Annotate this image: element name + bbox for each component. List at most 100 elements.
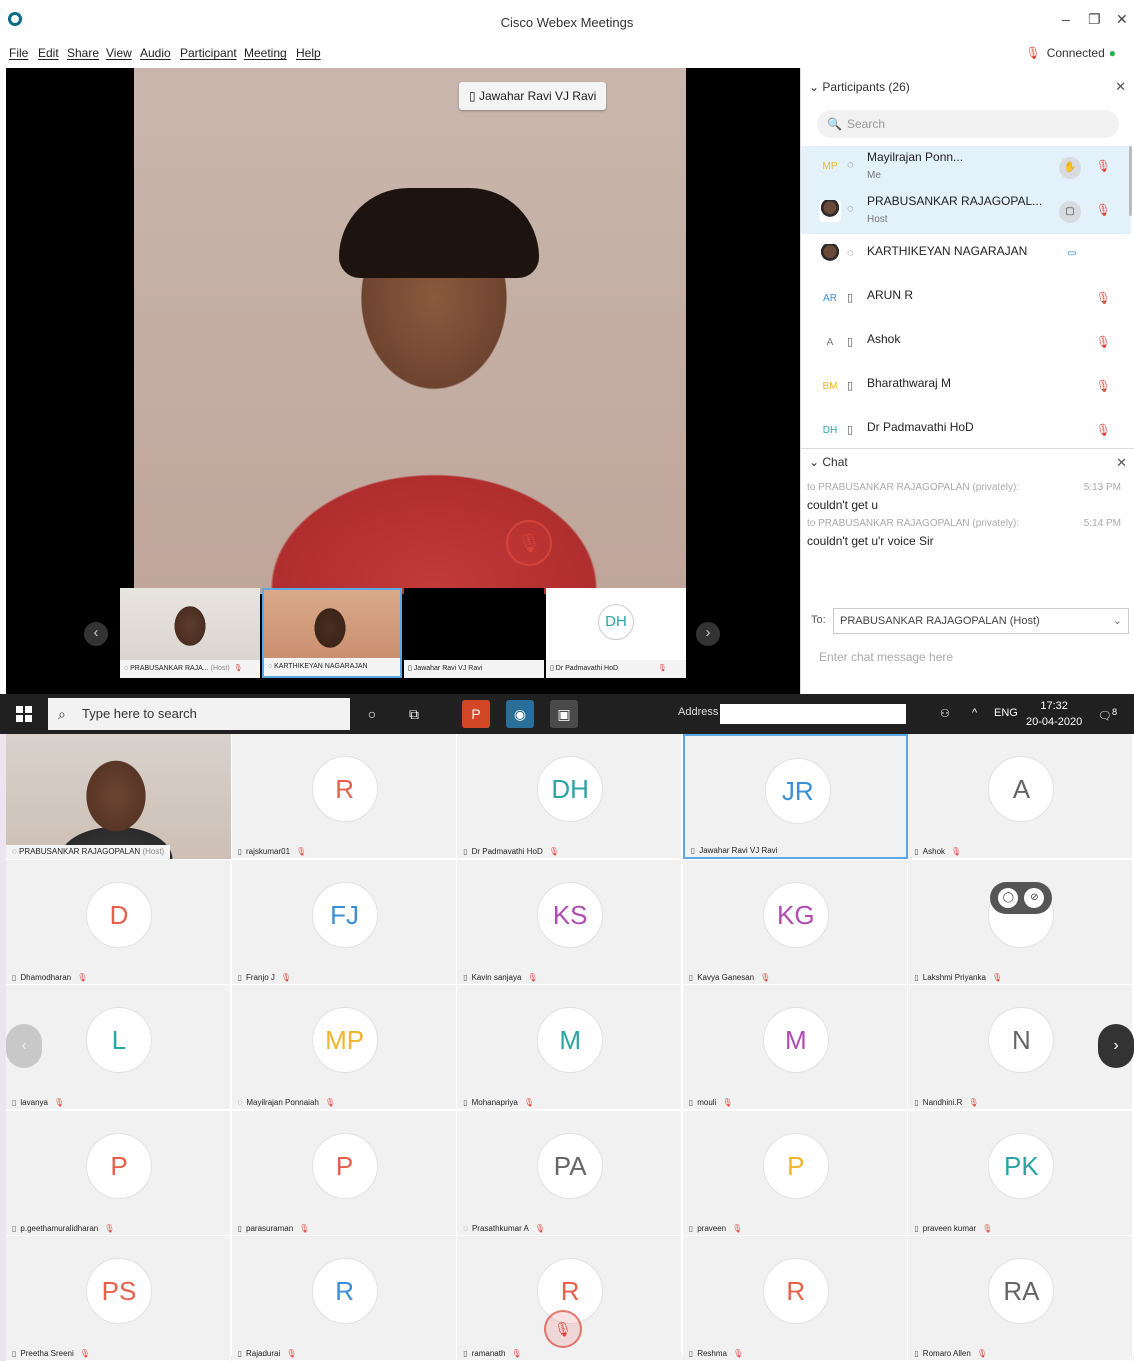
app-taskbar-icon[interactable]: ▣ xyxy=(550,700,578,728)
menu-meeting[interactable]: Meeting xyxy=(244,46,287,60)
participant-tile[interactable]: A ▯ Ashok 🎙 xyxy=(908,734,1134,859)
menu-share[interactable]: Share xyxy=(67,46,99,60)
film-tile[interactable]: ◌ PRABUSANKAR RAJA... (Host) 🎙 xyxy=(120,588,260,678)
powerpoint-icon[interactable]: P xyxy=(462,700,490,728)
participant-video: ◌ PRABUSANKAR RAJAGOPALAN (Host) xyxy=(6,734,231,859)
restore-button[interactable]: ❐ xyxy=(1088,11,1101,28)
taskbar-clock[interactable]: 17:32 20-04-2020 xyxy=(1026,698,1082,730)
chat-header[interactable]: ⌄ Chat ✕ xyxy=(801,448,1134,476)
menu-participant[interactable]: Participant xyxy=(180,46,237,60)
close-participants-button[interactable]: ✕ xyxy=(1115,79,1126,95)
film-role: (Host) xyxy=(210,665,230,672)
phone-icon: ▯ xyxy=(463,1349,468,1358)
chat-recipient-select[interactable]: PRABUSANKAR RAJAGOPALAN (Host) ⌄ xyxy=(833,608,1129,634)
notifications-icon[interactable]: 🗨8 xyxy=(1098,707,1117,723)
participant-search-input[interactable]: 🔍 Search xyxy=(817,110,1119,138)
people-icon[interactable]: ⚇ xyxy=(940,707,950,720)
participant-row[interactable]: AR ▯ ARUN R 🎙 xyxy=(801,278,1131,322)
participant-tile[interactable]: R ▯ Rajadurai 🎙 xyxy=(231,1236,457,1361)
participant-avatar: D xyxy=(86,881,152,948)
raise-hand-icon[interactable]: ✋ xyxy=(1059,157,1081,179)
participant-tile[interactable]: ◌ PRABUSANKAR RAJAGOPALAN (Host) xyxy=(6,734,231,859)
menu-file[interactable]: File xyxy=(9,46,28,60)
film-tile[interactable]: ◌ KARTHIKEYAN NAGARAJAN xyxy=(262,588,402,678)
participant-avatar: A xyxy=(826,337,834,348)
clock-time: 17:32 xyxy=(1040,700,1068,712)
tile-name: Dhamodharan xyxy=(20,972,72,982)
participant-row[interactable]: MP ◌ Mayilrajan Ponn... Me ✋ 🎙 xyxy=(801,146,1131,190)
participant-tile[interactable]: DH ▯ Dr Padmavathi HoD 🎙 xyxy=(457,734,683,859)
participant-tile[interactable]: R ▯ rajskumar01 🎙 xyxy=(231,734,457,859)
participant-tile[interactable]: KG ▯ Kavya Ganesan 🎙 xyxy=(682,859,908,985)
participant-tile[interactable]: PK ▯ praveen kumar 🎙 xyxy=(908,1110,1134,1236)
participant-tile[interactable]: M ▯ Mohanapriya 🎙 xyxy=(457,985,683,1110)
tile-name: mouli xyxy=(697,1098,717,1107)
participant-row[interactable]: ◌ KARTHIKEYAN NAGARAJAN ▭ xyxy=(801,234,1131,278)
participant-tile[interactable]: P ▯ praveen 🎙 xyxy=(682,1110,908,1236)
filmstrip-prev-button[interactable]: ‹ xyxy=(84,622,108,646)
windows-start-icon[interactable] xyxy=(16,706,32,722)
active-speaker-video[interactable]: ▯ Jawahar Ravi VJ Ravi 🎙 xyxy=(134,68,686,594)
participant-tile[interactable]: D ▯ Dhamodharan 🎙 xyxy=(6,859,231,985)
close-chat-button[interactable]: ✕ xyxy=(1116,455,1127,471)
film-caption: ◌ KARTHIKEYAN NAGARAJAN xyxy=(264,658,400,676)
mic-muted-icon: 🎙 xyxy=(976,1349,987,1358)
tile-caption: ▯ rajskumar01 🎙 xyxy=(238,847,307,856)
webex-taskbar-icon[interactable]: ◉ xyxy=(506,700,534,728)
grid-next-button[interactable]: › xyxy=(1098,1024,1134,1068)
menu-audio[interactable]: Audio xyxy=(140,46,171,60)
taskbar-search-input[interactable]: ⌕ Type here to search xyxy=(48,698,350,730)
participant-tile[interactable]: JR ▯ Jawahar Ravi VJ Ravi xyxy=(682,734,908,859)
participant-row[interactable]: DH ▯ Dr Padmavathi HoD 🎙 xyxy=(801,410,1131,436)
participant-tile[interactable]: MP ◌ Mayilrajan Ponnaiah 🎙 xyxy=(231,985,457,1110)
participant-row[interactable]: ◌ PRABUSANKAR RAJAGOPAL... Host ▢ 🎙 xyxy=(801,190,1131,234)
participant-tile[interactable]: KS ▯ Kavin sanjaya 🎙 xyxy=(457,859,683,985)
chat-messages: to PRABUSANKAR RAJAGOPALAN (privately): 5… xyxy=(807,482,1127,554)
film-caption: ▯ Jawahar Ravi VJ Ravi xyxy=(404,660,544,678)
participant-tile[interactable]: R ▯ Reshma 🎙 xyxy=(682,1236,908,1361)
menu-bar: File Edit Share View Audio Participant M… xyxy=(0,40,1134,66)
filmstrip-next-button[interactable]: › xyxy=(696,622,720,646)
film-tile[interactable]: ▯ Jawahar Ravi VJ Ravi xyxy=(404,588,544,678)
connection-status[interactable]: 🎙 Connected ● xyxy=(1025,46,1116,60)
participant-row[interactable]: A ▯ Ashok 🎙 xyxy=(801,322,1131,366)
phone-icon: ▯ xyxy=(914,1223,919,1233)
chat-recipient-value: PRABUSANKAR RAJAGOPALAN (Host) xyxy=(840,615,1040,627)
participant-tile[interactable]: M ▯ mouli 🎙 xyxy=(682,985,908,1110)
grid-prev-button[interactable]: ‹ xyxy=(6,1024,42,1068)
unmute-overlay-button[interactable]: 🎙 xyxy=(506,520,552,566)
participant-tile[interactable]: FJ ▯ Franjo J 🎙 xyxy=(231,859,457,985)
share-icon[interactable]: ▢ xyxy=(1059,201,1081,223)
task-view-icon[interactable]: ⧉ xyxy=(400,700,428,728)
chat-message-input[interactable]: Enter chat message here xyxy=(819,650,953,664)
participant-tile[interactable]: P ▯ parasuraman 🎙 xyxy=(231,1110,457,1236)
participant-tile[interactable]: ◯ ⊘ ▯ Lakshmi Priyanka 🎙 xyxy=(908,859,1134,985)
menu-help[interactable]: Help xyxy=(296,46,321,60)
cortana-icon[interactable]: ○ xyxy=(358,700,386,728)
film-tile[interactable]: DH ▯ Dr Padmavathi HoD 🎙 xyxy=(546,588,686,678)
language-indicator[interactable]: ENG xyxy=(994,707,1018,719)
participant-list: MP ◌ Mayilrajan Ponn... Me ✋ 🎙 ◌ PRABUSANKAR RA… xyxy=(801,146,1131,436)
headset-icon: ◌ xyxy=(12,847,19,856)
participant-scrollbar[interactable] xyxy=(1129,146,1132,216)
unmute-overlay-button[interactable]: 🎙 xyxy=(544,1310,582,1348)
close-button[interactable]: ✕ xyxy=(1116,11,1128,28)
camera-icon[interactable]: ◯ xyxy=(998,887,1019,908)
chevron-down-icon: ⌄ xyxy=(1112,615,1122,627)
participant-tile[interactable]: RA ▯ Romaro Allen 🎙 xyxy=(908,1236,1134,1361)
participants-header[interactable]: ⌄ Participants (26) xyxy=(809,80,910,94)
participant-tile[interactable]: P ▯ p.geethamuralidharan 🎙 xyxy=(6,1110,231,1236)
address-input[interactable] xyxy=(720,704,906,724)
participant-row[interactable]: BM ▯ Bharathwaraj M 🎙 xyxy=(801,366,1131,410)
participant-tile[interactable]: PA ◌ Prasathkumar A 🎙 xyxy=(457,1110,683,1236)
menu-view[interactable]: View xyxy=(106,46,132,60)
tray-chevron-icon[interactable]: ^ xyxy=(972,707,977,719)
video-controls[interactable]: ◯ ⊘ xyxy=(990,881,1053,914)
participant-tile[interactable]: PS ▯ Preetha Sreeni 🎙 xyxy=(6,1236,231,1361)
phone-icon: ▯ xyxy=(914,1098,919,1107)
settings-icon[interactable]: ⊘ xyxy=(1024,887,1045,908)
minimize-button[interactable]: – xyxy=(1062,11,1070,27)
search-placeholder: Search xyxy=(847,117,886,131)
participant-avatar: KG xyxy=(762,881,829,948)
menu-edit[interactable]: Edit xyxy=(38,46,59,60)
